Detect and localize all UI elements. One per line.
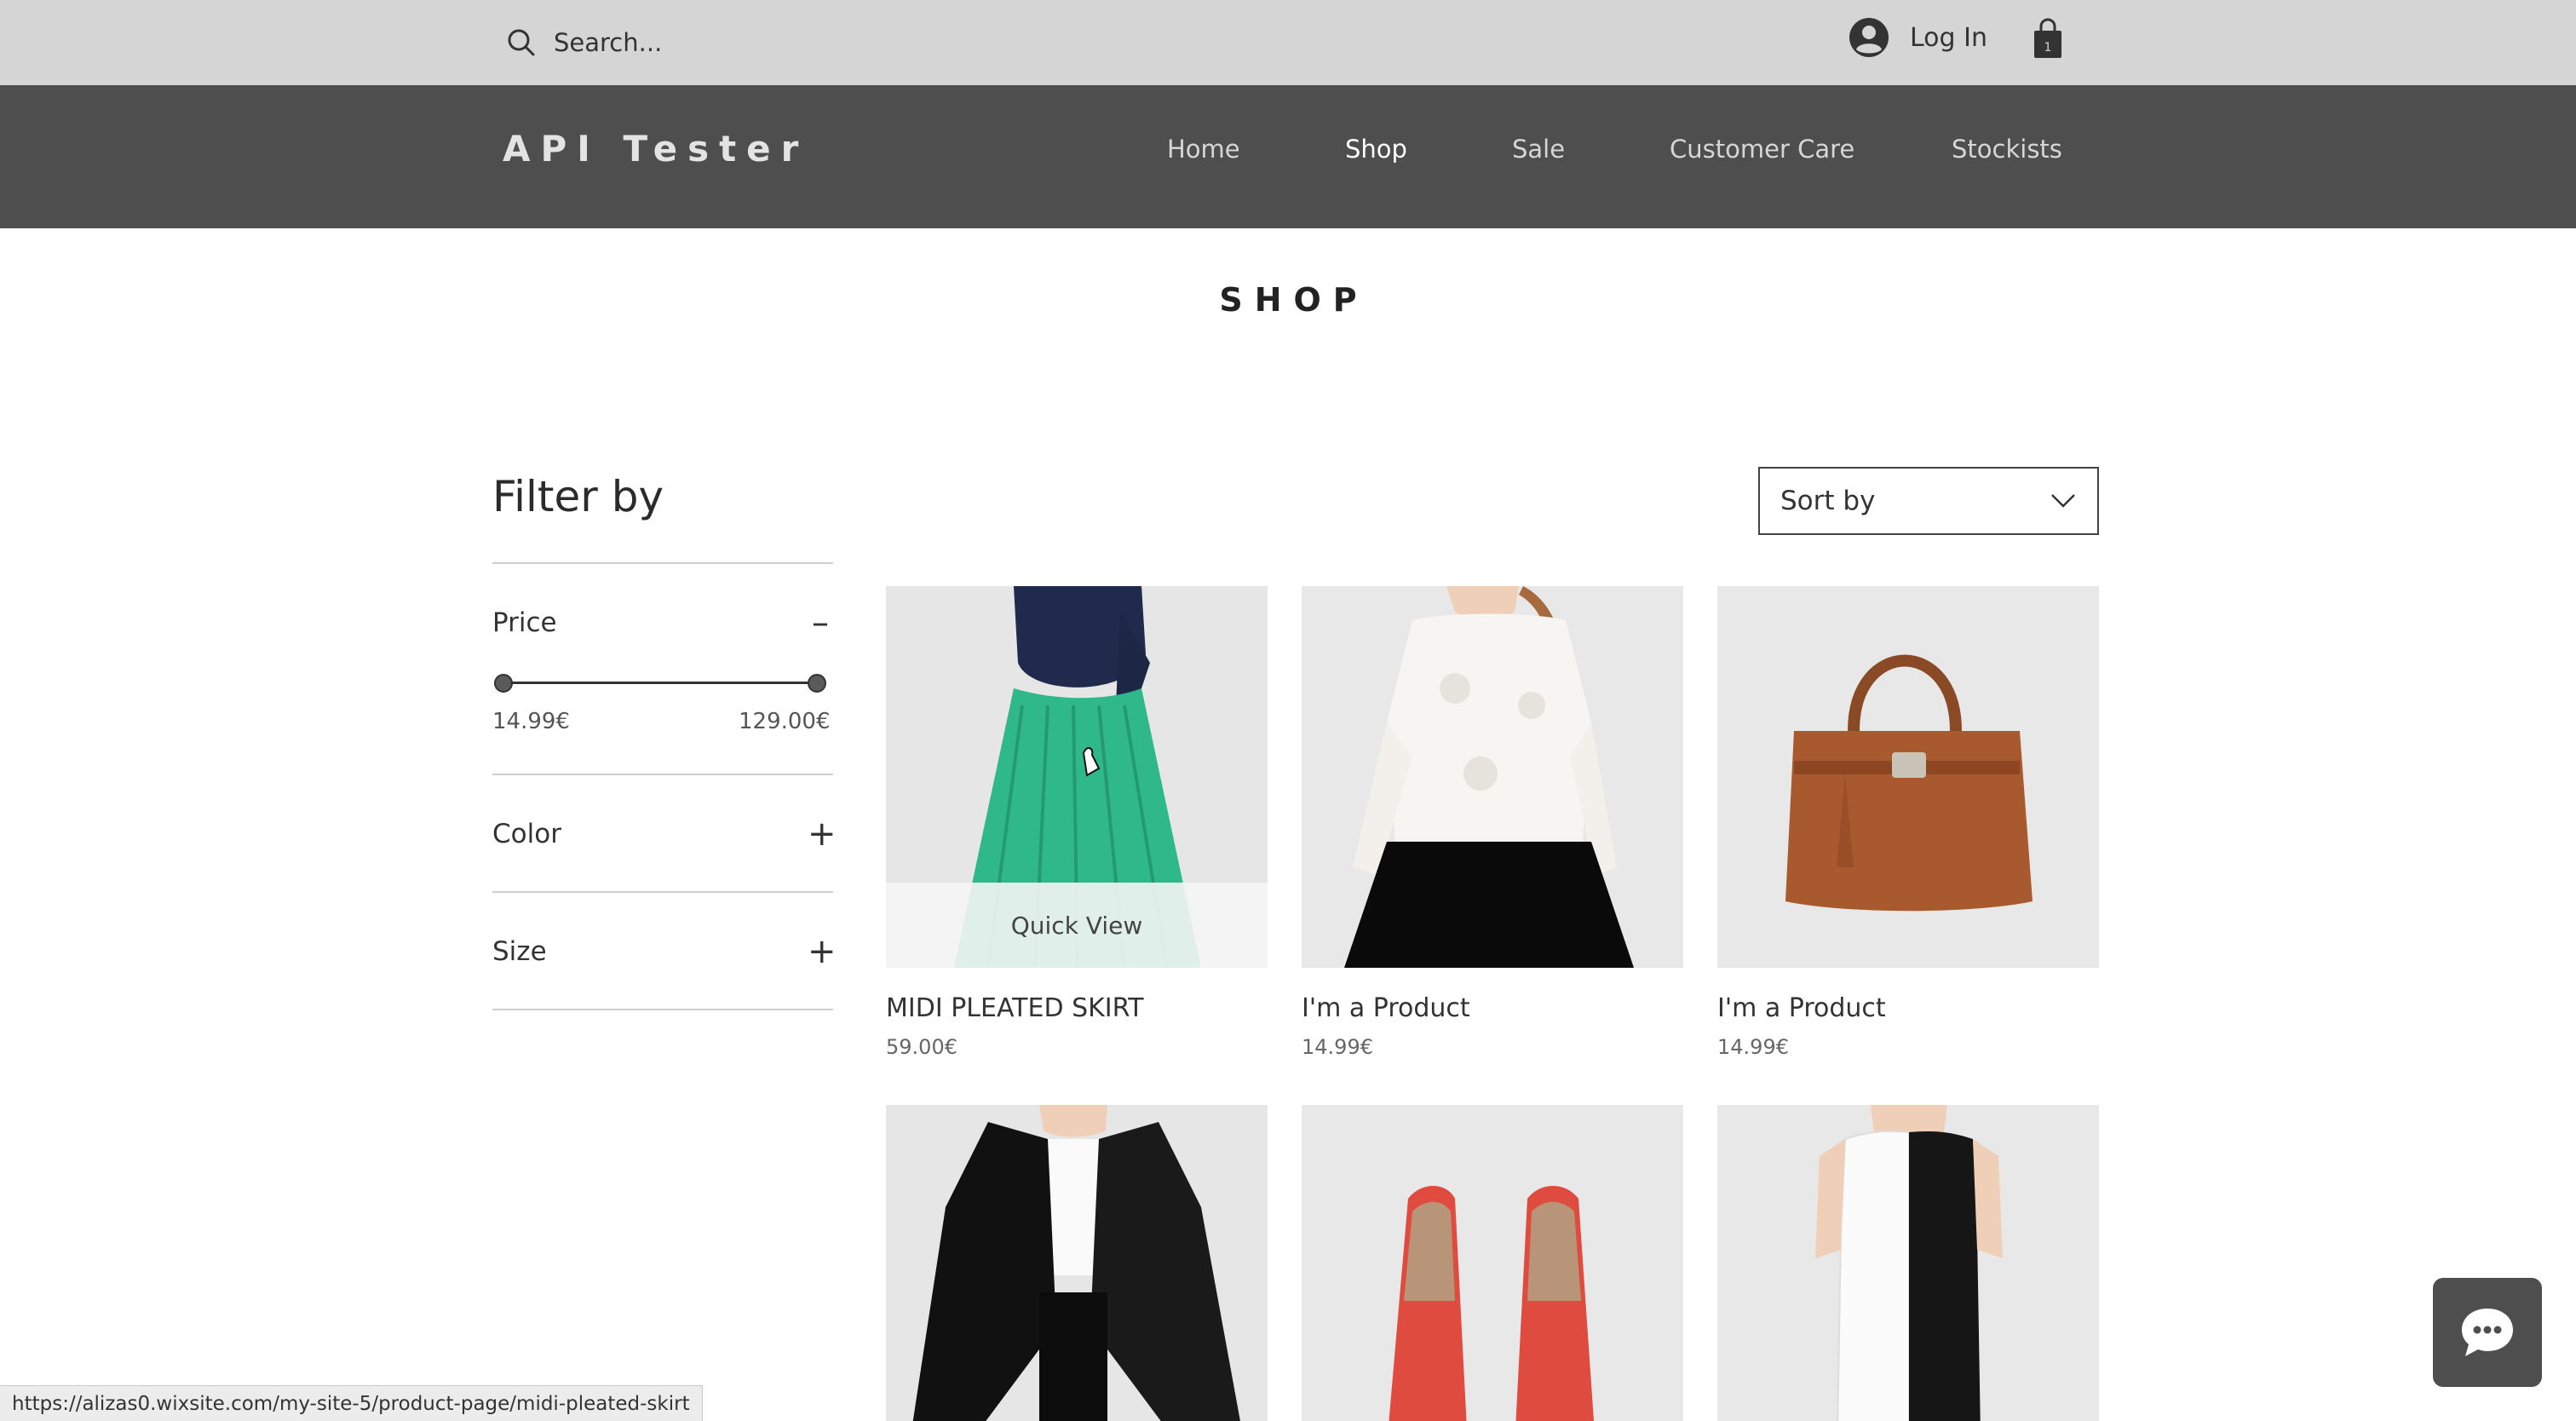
slider-max-handle[interactable] (808, 674, 826, 693)
divider (492, 1009, 833, 1010)
nav-sale[interactable]: Sale (1512, 135, 1565, 164)
product-name[interactable]: I'm a Product (1717, 993, 2099, 1023)
product-card[interactable]: I'm a Product 14.99€ (1717, 586, 2099, 1059)
product-image[interactable] (1717, 586, 2099, 968)
divider (492, 891, 833, 893)
product-card[interactable]: I'm a Product 14.99€ (1302, 586, 1683, 1059)
filter-price-header[interactable]: Price – (492, 601, 833, 644)
nav-customer-care[interactable]: Customer Care (1670, 135, 1854, 164)
search-input[interactable] (554, 28, 911, 57)
chat-bubble-icon (2462, 1309, 2513, 1356)
search-icon (508, 29, 535, 56)
divider (492, 774, 833, 775)
price-max-value: 129.00€ (739, 709, 831, 734)
product-name[interactable]: MIDI PLEATED SKIRT (886, 993, 1268, 1023)
white-lace-blouse-image (1302, 586, 1683, 968)
divider (492, 562, 833, 564)
shopping-bag-icon: 1 (2034, 18, 2061, 58)
product-price: 59.00€ (886, 1035, 957, 1059)
product-card[interactable] (1717, 1105, 2099, 1421)
product-image[interactable] (1302, 1105, 1683, 1421)
sort-label: Sort by (1780, 486, 1876, 516)
product-card[interactable] (886, 1105, 1268, 1421)
filter-size-label: Size (492, 936, 547, 967)
filter-price-label: Price (492, 607, 557, 638)
nav-shop[interactable]: Shop (1345, 135, 1407, 164)
chevron-down-icon (2051, 494, 2075, 508)
red-loafers-image (1302, 1105, 1683, 1421)
page-title: SHOP (1219, 281, 1369, 319)
quick-view-button[interactable]: Quick View (886, 883, 1268, 968)
product-price: 14.99€ (1302, 1035, 1373, 1059)
filter-size-header[interactable]: Size + (492, 930, 837, 973)
cart-count: 1 (2044, 41, 2052, 55)
main-nav: Home Shop Sale Customer Care Stockists (0, 135, 2576, 177)
login-button[interactable]: Log In (1849, 15, 1987, 60)
filter-title: Filter by (492, 472, 664, 521)
product-image[interactable] (886, 1105, 1268, 1421)
site-header: API Tester Home Shop Sale Customer Care … (0, 85, 2576, 228)
search-box[interactable] (504, 19, 911, 66)
product-image[interactable] (1717, 1105, 2099, 1421)
product-price: 14.99€ (1717, 1035, 1789, 1059)
filter-color-header[interactable]: Color + (492, 813, 837, 855)
status-bar-url: https://alizas0.wixsite.com/my-site-5/pr… (0, 1385, 703, 1421)
login-label: Log In (1910, 22, 1987, 53)
sort-dropdown[interactable]: Sort by (1758, 467, 2099, 535)
collapse-icon[interactable]: – (808, 606, 833, 640)
product-image[interactable]: Quick View (886, 586, 1268, 968)
black-coat-image (886, 1105, 1268, 1421)
product-card[interactable]: Quick View MIDI PLEATED SKIRT 59.00€ (886, 586, 1268, 1059)
expand-icon[interactable]: + (808, 817, 837, 851)
price-range-slider[interactable] (494, 670, 830, 695)
cart-button[interactable]: 1 (2031, 17, 2065, 60)
slider-min-handle[interactable] (494, 674, 513, 693)
nav-stockists[interactable]: Stockists (1952, 135, 2062, 164)
slider-track (504, 682, 819, 684)
product-image[interactable] (1302, 586, 1683, 968)
expand-icon[interactable]: + (808, 935, 837, 969)
black-white-dress-image (1717, 1105, 2099, 1421)
product-card[interactable] (1302, 1105, 1683, 1421)
brown-leather-handbag-image (1717, 586, 2099, 968)
product-name[interactable]: I'm a Product (1302, 993, 1683, 1023)
chat-button[interactable] (2433, 1278, 2542, 1387)
nav-home[interactable]: Home (1167, 135, 1240, 164)
account-icon (1849, 18, 1889, 57)
filter-color-label: Color (492, 819, 561, 849)
price-min-value: 14.99€ (492, 709, 570, 734)
top-utility-bar: Log In 1 (0, 0, 2576, 85)
